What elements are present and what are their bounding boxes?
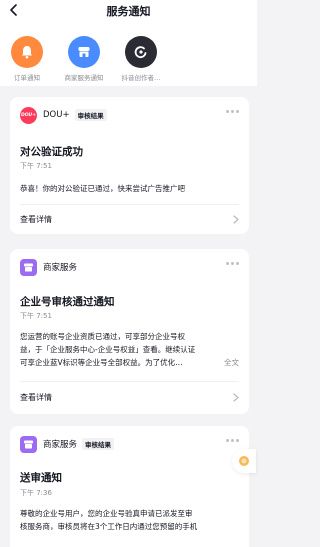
view-details-label: 查看详情 [20,392,52,402]
card-title: 企业号审核通过通知 [20,296,115,308]
chevron-right-icon [233,214,239,224]
shortcut-merchant-notice[interactable]: 商家服务通知 [60,36,108,82]
shortcut-row: 订单通知 商家服务通知 抖音创作者… [0,22,257,86]
card-body: 恭喜！你的对公验证已通过，快来尝试广告推广吧 [20,184,185,193]
shop-logo-icon [20,435,37,453]
chevron-right-icon [233,392,239,402]
card-time: 下午 7:51 [20,162,52,170]
card-body: 您运营的账号企业资质已通过，可享部分企业号权 益，于「企业服务中心-企业号权益」… [20,330,239,369]
card-header: 商家服务 [20,258,239,276]
notice-card[interactable]: DOU+ DOU+ 审核结果 对公验证成功 下午 7:51 恭喜！你的对公验证已… [10,97,249,234]
shortcut-label: 商家服务通知 [64,74,104,82]
shop-icon [68,36,100,68]
notice-card[interactable]: 商家服务 企业号审核通过通知 下午 7:51 您运营的账号企业资质已通过，可享部… [10,249,249,414]
card-title: 对公验证成功 [20,146,83,158]
dou-plus-logo: DOU+ [20,106,37,124]
view-details-row[interactable]: 查看详情 [20,390,239,404]
top-bar: 服务通知 [0,0,257,22]
coin-icon [239,456,249,466]
view-details-row[interactable]: 查看详情 [20,212,239,226]
shortcut-label: 订单通知 [14,74,40,82]
card-time: 下午 7:36 [20,489,52,497]
creator-icon [125,36,157,68]
shortcut-creator[interactable]: 抖音创作者… [117,36,165,82]
notice-card[interactable]: 商家服务 审核结果 送审通知 下午 7:36 尊敬的企业号用户，您的企业号验真申… [10,426,249,547]
card-header: DOU+ DOU+ 审核结果 [20,106,239,124]
body-line: 核服务商，审核员将在3个工作日内通过您预留的手机 [20,522,198,531]
shortcut-label: 抖音创作者… [121,74,161,82]
more-button[interactable] [226,439,239,442]
body-line-last: 可享企业蓝V标识等企业号全部权益。为了优化… 全文 [20,356,239,369]
tag-badge: 审核结果 [82,438,115,450]
card-time: 下午 7:51 [20,312,52,320]
card-body: 尊敬的企业号用户，您的企业号验真申请已派发至审 核服务商，审核员将在3个工作日内… [20,507,239,533]
body-line: 益，于「企业服务中心-企业号权益」查看。继续认证 [20,345,196,354]
shortcut-order-notice[interactable]: 订单通知 [3,36,51,82]
expand-full-text[interactable]: 全文 [224,356,239,369]
body-line: 您运营的账号企业资质已通过，可享部分企业号权 [20,332,185,341]
sender-name: DOU+ [43,110,70,120]
tag-badge: 审核结果 [74,109,107,121]
divider [20,381,239,382]
card-title: 送审通知 [20,472,62,484]
card-header: 商家服务 审核结果 [20,435,239,453]
floating-side-button[interactable] [232,449,256,473]
sender-name: 商家服务 [43,440,78,450]
divider [20,204,239,205]
body-line: 尊敬的企业号用户，您的企业号验真申请已派发至审 [20,509,193,518]
view-details-label: 查看详情 [20,214,52,224]
more-button[interactable] [226,262,239,265]
bell-icon [11,36,43,68]
sender-name: 商家服务 [43,263,78,273]
page-title: 服务通知 [106,5,151,18]
more-button[interactable] [226,110,239,113]
shop-logo-icon [20,258,37,276]
